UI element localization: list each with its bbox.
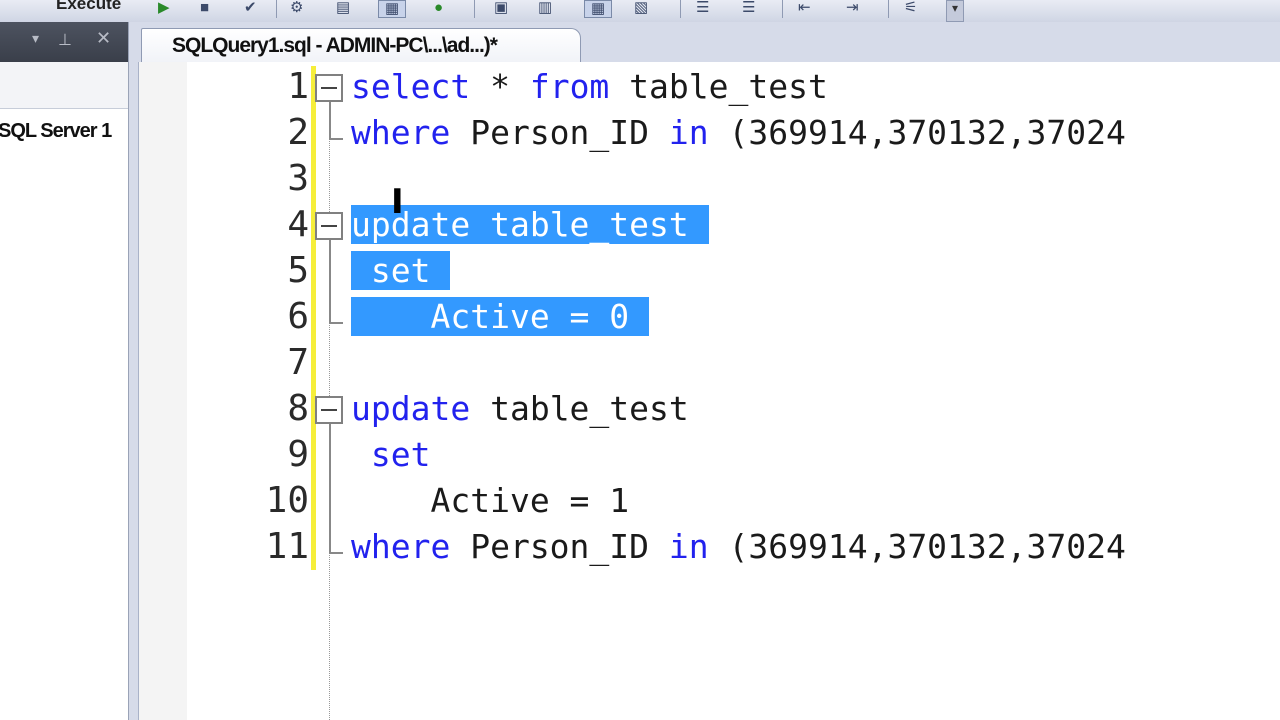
collapse-icon[interactable] [315,74,343,102]
uncomment-icon[interactable]: ☰ [742,0,755,16]
line-number: 9 [287,434,309,475]
tab-title: SQLQuery1.sql - ADMIN-PC\...\ad...)* [172,34,498,57]
query-editor[interactable]: 1 select * from table_test 2 where Person_I… [138,62,1280,720]
keyword-token: from [529,67,610,106]
line-number: 3 [287,158,309,199]
pin-icon[interactable]: ⊥ [58,30,72,50]
parse-icon[interactable]: ⚙ [290,0,303,16]
line-number: 6 [287,296,309,337]
code-line[interactable]: where Person_ID in (369914,370132,37024 [351,110,1126,156]
code-text: Active = 1 [351,481,629,520]
code-line[interactable]: Active = 1 [351,478,629,524]
toolbar-separator [782,0,783,18]
outline-end-marker [329,552,343,554]
close-icon[interactable]: ✕ [96,28,111,49]
selected-text: set [351,251,451,290]
grid-icon[interactable]: ▦ [378,0,407,18]
outdent-icon[interactable]: ⇤ [798,0,811,16]
toolbar-separator [276,0,277,18]
code-line[interactable]: Active = 0 [351,294,650,340]
outline-segment [329,424,331,554]
toolbar-separator [888,0,889,18]
server-node[interactable]: SQL Server 1 [0,120,112,143]
code-text: select * from table_test [351,67,828,106]
code-token: Person_ID [450,113,669,152]
code-token: table_test [470,389,689,428]
code-token: * [470,67,530,106]
keyword-token: where [351,113,451,152]
line-number: 4 [287,204,309,245]
code-text: update table_test [351,389,689,428]
keyword-token: where [351,527,451,566]
code-token: (369914,370132,37024 [708,113,1126,152]
selected-text: update table_test [351,205,709,244]
text-cursor-icon: I [391,182,404,222]
line-number: 1 [287,66,309,107]
options-icon[interactable]: ⚟ [904,0,917,16]
keyword-token: set [370,435,431,474]
keyword-token: in [668,527,709,566]
line-number: 8 [287,388,309,429]
comment-icon[interactable]: ☰ [696,0,709,16]
code-line[interactable]: set [351,248,451,294]
code-token: table_test [609,67,828,106]
line-number: 2 [287,112,309,153]
line-number: 5 [287,250,309,291]
code-token: Active = 0 [430,297,630,336]
code-line[interactable]: update table_test [351,386,689,432]
code-line[interactable]: update table_test [351,202,709,248]
object-explorer-panel: ▾ ⊥ ✕ SQL Server 1 [0,22,129,720]
file-results-icon[interactable]: ▧ [634,0,648,16]
results-icon[interactable]: ▣ [494,0,508,16]
code-line[interactable]: set [351,432,431,478]
panel-header: ▾ ⊥ ✕ [0,22,128,62]
collapse-icon[interactable] [315,212,343,240]
keyword-token: update [351,389,471,428]
line-number: 7 [287,342,309,383]
keyword-token: set [370,251,431,290]
document-tab-strip: SQLQuery1.sql - ADMIN-PC\...\ad...)* [129,22,1280,62]
code-text: where Person_ID in (369914,370132,37024 [351,527,1126,566]
toolbar-overflow-button[interactable]: ▾ [946,0,964,22]
collapse-icon[interactable] [315,396,343,424]
line-number: 10 [265,480,309,521]
code-text: set [351,435,431,474]
change-tracking-bar [311,66,316,570]
keyword-token: update [351,205,471,244]
outline-end-marker [329,138,343,140]
toolbar: Execute ▶ ■ ✔ ⚙ ▤ ▦ ● ▣ ▥ ▦ ▧ ☰ ☰ ⇤ ⇥ ⚟ … [0,0,1280,23]
code-line[interactable]: select * from table_test [351,64,828,110]
keyword-token: select [351,67,471,106]
outline-segment [329,102,331,140]
code-token: table_test [470,205,689,244]
code-token: Active = 1 [430,481,630,520]
dropdown-icon[interactable]: ▾ [32,30,39,47]
specify-values-icon[interactable]: ▥ [538,0,552,16]
panel-toolbar [0,62,128,109]
execute-button[interactable]: Execute [56,0,121,14]
code-text: where Person_ID in (369914,370132,37024 [351,113,1126,152]
code-token: Person_ID [450,527,669,566]
tab-query[interactable]: SQLQuery1.sql - ADMIN-PC\...\ad...)* [141,28,581,62]
run-icon[interactable]: ▶ [158,0,170,16]
outline-end-marker [329,322,343,324]
db-icon[interactable]: ▤ [336,0,350,16]
outline-segment [329,240,331,324]
toolbar-separator [680,0,681,18]
text-icon[interactable]: ● [434,0,443,16]
grid-results-icon[interactable]: ▦ [584,0,613,18]
keyword-token: in [668,113,709,152]
indent-icon[interactable]: ⇥ [846,0,859,16]
check-icon[interactable]: ✔ [244,0,257,16]
code-token: (369914,370132,37024 [708,527,1126,566]
code-line[interactable]: where Person_ID in (369914,370132,37024 [351,524,1126,570]
line-number: 11 [265,526,309,567]
selected-text: Active = 0 [351,297,650,336]
stop-icon[interactable]: ■ [200,0,209,16]
toolbar-separator [474,0,475,18]
